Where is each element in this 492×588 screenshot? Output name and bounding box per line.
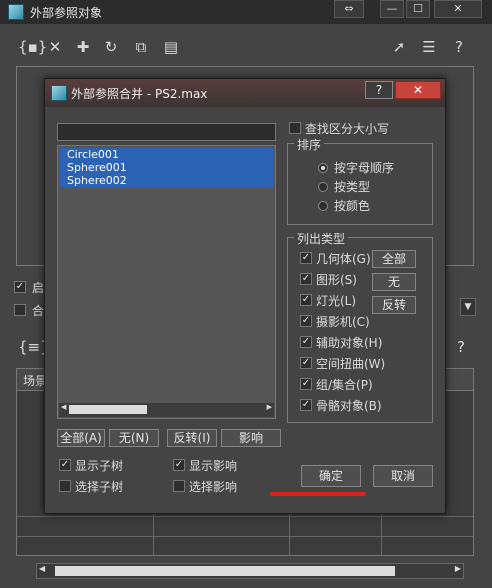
- list-types-group: 列出类型 ✓ 几何体(G) ✓ 图形(S) ✓ 灯光(L) ✓ 摄影机(C) ✓…: [287, 230, 433, 423]
- show-subtree-checkbox[interactable]: ✓: [59, 459, 71, 471]
- brace-icon[interactable]: {≡}: [18, 338, 50, 356]
- dialog-body: Circle001 Sphere001 Sphere002 ◀ ▶ 全部(A) …: [51, 109, 439, 509]
- select-none-button[interactable]: 无(N): [109, 429, 159, 447]
- type-geometry-checkbox[interactable]: ✓: [300, 252, 312, 264]
- select-all-button[interactable]: 全部(A): [57, 429, 105, 447]
- type-spacewarps-checkbox[interactable]: ✓: [300, 357, 312, 369]
- type-geometry-label: 几何体(G): [316, 252, 371, 266]
- scrollbar-thumb[interactable]: [55, 566, 395, 576]
- dropdown-arrow-icon[interactable]: ▼: [460, 298, 476, 316]
- refresh-icon[interactable]: ↻: [102, 38, 120, 56]
- outer-title-bar: 外部参照对象 ⇔ — ☐ ✕: [0, 0, 492, 24]
- scroll-right-icon[interactable]: ▶: [455, 564, 461, 573]
- sort-group: 排序 按字母顺序 按类型 按颜色: [287, 136, 433, 225]
- sort-type-radio[interactable]: [318, 182, 328, 192]
- list-item[interactable]: Sphere001: [60, 161, 273, 174]
- search-input[interactable]: [57, 123, 276, 141]
- select-list-icon[interactable]: ☰: [420, 38, 438, 56]
- xref-merge-dialog: 外部参照合并 - PS2.max ? ✕ Circle001 Sphere001…: [44, 78, 446, 514]
- outer-horizontal-scrollbar[interactable]: ◀ ▶: [36, 563, 464, 579]
- types-none-button[interactable]: 无: [372, 273, 416, 291]
- sort-color-radio[interactable]: [318, 201, 328, 211]
- copy-icon[interactable]: ⧉: [132, 38, 150, 56]
- sort-alpha-label: 按字母顺序: [334, 161, 395, 175]
- types-invert-button[interactable]: 反转: [372, 296, 416, 314]
- list-item[interactable]: Sphere002: [60, 174, 273, 187]
- case-sensitive-checkbox[interactable]: [289, 122, 301, 134]
- dialog-help-button[interactable]: ?: [365, 81, 393, 99]
- object-list[interactable]: Circle001 Sphere001 Sphere002: [57, 145, 276, 419]
- sort-color-label: 按颜色: [334, 199, 371, 213]
- maximize-button[interactable]: ☐: [406, 0, 430, 18]
- type-lights-label: 灯光(L): [316, 294, 357, 308]
- table-row-divider: [17, 516, 473, 517]
- show-influence-checkbox[interactable]: ✓: [173, 459, 185, 471]
- type-spacewarps-label: 空间扭曲(W): [316, 357, 386, 371]
- type-groups-label: 组/集合(P): [316, 378, 373, 392]
- select-subtree-label: 选择子树: [75, 480, 124, 494]
- select-subtree-checkbox[interactable]: [59, 480, 71, 492]
- type-lights-checkbox[interactable]: ✓: [300, 294, 312, 306]
- cursor-icon[interactable]: ➚: [390, 38, 408, 56]
- type-shapes-label: 图形(S): [316, 273, 357, 287]
- minimize-button[interactable]: —: [380, 0, 404, 18]
- scroll-right-icon[interactable]: ▶: [267, 403, 272, 411]
- influence-button[interactable]: 影响: [221, 429, 281, 447]
- select-influence-label: 选择影响: [189, 480, 238, 494]
- outer-checkbox-1[interactable]: ✓: [14, 281, 26, 293]
- table-row-divider: [17, 536, 473, 537]
- type-cameras-checkbox[interactable]: ✓: [300, 315, 312, 327]
- paste-icon[interactable]: ▤: [162, 38, 180, 56]
- list-horizontal-scrollbar[interactable]: ◀ ▶: [59, 403, 274, 417]
- case-sensitive-label: 查找区分大小写: [305, 122, 390, 136]
- type-bones-label: 骨骼对象(B): [316, 399, 382, 413]
- dialog-title: 外部参照合并 - PS2.max: [71, 87, 208, 101]
- list-types-group-title: 列出类型: [294, 230, 349, 247]
- outer-checkbox-2[interactable]: [14, 304, 26, 316]
- dialog-close-button[interactable]: ✕: [395, 81, 441, 99]
- type-bones-checkbox[interactable]: ✓: [300, 399, 312, 411]
- scroll-left-icon[interactable]: ◀: [61, 403, 66, 411]
- close-icon[interactable]: ✕: [46, 38, 64, 56]
- type-helpers-label: 辅助对象(H): [316, 336, 383, 350]
- sort-group-title: 排序: [294, 136, 325, 153]
- sort-alpha-radio[interactable]: [318, 163, 328, 173]
- help-icon[interactable]: ?: [450, 38, 468, 56]
- select-influence-checkbox[interactable]: [173, 480, 185, 492]
- restore-button[interactable]: ⇔: [334, 0, 364, 18]
- brace-icon[interactable]: {▪}: [18, 38, 47, 56]
- outer-checkbox-2-label: 合: [32, 304, 45, 318]
- type-shapes-checkbox[interactable]: ✓: [300, 273, 312, 285]
- outer-close-button[interactable]: ✕: [434, 0, 482, 18]
- type-cameras-label: 摄影机(C): [316, 315, 370, 329]
- help-icon[interactable]: ?: [452, 338, 470, 356]
- list-item[interactable]: Circle001: [60, 148, 273, 161]
- type-helpers-checkbox[interactable]: ✓: [300, 336, 312, 348]
- type-groups-checkbox[interactable]: ✓: [300, 378, 312, 390]
- sort-type-label: 按类型: [334, 180, 371, 194]
- outer-window-title: 外部参照对象: [30, 6, 103, 20]
- outer-checkbox-1-label: 启: [32, 281, 45, 295]
- invert-selection-button[interactable]: 反转(I): [167, 429, 217, 447]
- plus-icon[interactable]: ✚: [74, 38, 92, 56]
- app-icon: [51, 85, 67, 101]
- dialog-title-bar: 外部参照合并 - PS2.max ? ✕: [45, 79, 445, 107]
- scrollbar-thumb[interactable]: [69, 405, 147, 414]
- app-icon: [8, 4, 24, 20]
- red-highlight-underline: [270, 492, 366, 496]
- cancel-button[interactable]: 取消: [373, 465, 433, 487]
- ok-button[interactable]: 确定: [301, 465, 361, 487]
- scroll-left-icon[interactable]: ◀: [39, 564, 45, 573]
- show-influence-label: 显示影响: [189, 459, 238, 473]
- show-subtree-label: 显示子树: [75, 459, 124, 473]
- types-all-button[interactable]: 全部: [372, 250, 416, 268]
